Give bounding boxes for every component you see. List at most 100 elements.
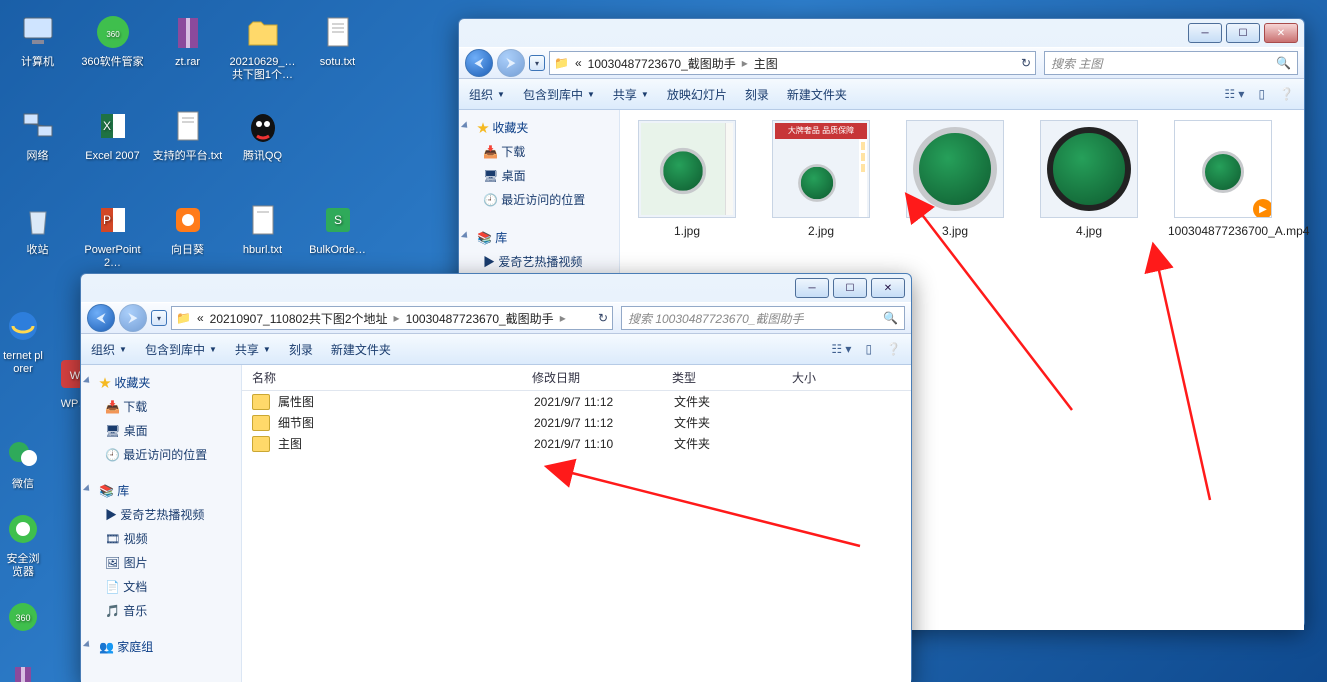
crumb-1[interactable]: 20210907_110802共下图2个地址 — [210, 310, 388, 327]
forward-button[interactable]: ⮞ — [119, 304, 147, 332]
filename: 4.jpg — [1076, 224, 1102, 238]
slideshow-button[interactable]: 放映幻灯片 — [667, 86, 727, 103]
search-input[interactable]: 搜索 主图 🔍 — [1044, 51, 1298, 75]
sidebar-video[interactable]: 🎞 视频 — [81, 527, 241, 551]
sidebar-desktop[interactable]: 🖥 桌面 — [81, 419, 241, 443]
folder-row[interactable]: 属性图 2021/9/7 11:12 文件夹 — [242, 391, 911, 412]
newfolder-button[interactable]: 新建文件夹 — [787, 86, 847, 103]
sidebar-library[interactable]: 📚 库 — [81, 479, 241, 503]
close-button[interactable]: ✕ — [871, 278, 905, 298]
sidebar-favorites[interactable]: ★ 收藏夹 — [459, 116, 619, 140]
search-placeholder: 搜索 10030487723670_截图助手 — [628, 310, 803, 327]
col-size[interactable]: 大小 — [792, 369, 872, 386]
file-1jpg[interactable]: 1.jpg — [634, 120, 740, 238]
preview-pane-icon[interactable]: ▯ — [865, 342, 872, 356]
platform-txt-icon[interactable]: 支持的平台.txt — [150, 100, 225, 194]
organize-menu[interactable]: 组织▼ — [91, 341, 127, 358]
filename: 3.jpg — [942, 224, 968, 238]
share-menu[interactable]: 共享▼ — [613, 86, 649, 103]
history-button[interactable]: ▾ — [529, 55, 545, 71]
360sw-icon[interactable]: 360360软件管家 — [75, 6, 150, 100]
file-pane[interactable]: 名称 修改日期 类型 大小 属性图 2021/9/7 11:12 文件夹 细节图… — [242, 365, 911, 682]
help-icon[interactable]: ❔ — [1279, 87, 1294, 101]
refresh-icon[interactable]: ↻ — [598, 311, 608, 325]
svg-text:360: 360 — [106, 30, 120, 39]
organize-menu[interactable]: 组织▼ — [469, 86, 505, 103]
col-type[interactable]: 类型 — [672, 369, 792, 386]
crumb-2[interactable]: 主图 — [754, 55, 778, 72]
file-4jpg[interactable]: 4.jpg — [1036, 120, 1142, 238]
360ball-icon[interactable]: 360 — [0, 591, 46, 645]
sidebar-iqiyi[interactable]: ▶ 爱奇艺热播视频 — [459, 250, 619, 274]
minimize-button[interactable]: ─ — [1188, 23, 1222, 43]
column-headers[interactable]: 名称 修改日期 类型 大小 — [242, 365, 911, 391]
col-date[interactable]: 修改日期 — [532, 369, 672, 386]
sidebar-desktop[interactable]: 🖥 桌面 — [459, 164, 619, 188]
sidebar-recent[interactable]: 🕘 最近访问的位置 — [81, 443, 241, 467]
sidebar-pictures[interactable]: 🖼 图片 — [81, 551, 241, 575]
sidebar-downloads[interactable]: 📥 下载 — [459, 140, 619, 164]
recycle-icon[interactable]: 收站 — [0, 194, 75, 288]
crumb-1[interactable]: 10030487723670_截图助手 — [588, 55, 736, 72]
sidebar-docs[interactable]: 📄 文档 — [81, 575, 241, 599]
back-button[interactable]: ⮜ — [465, 49, 493, 77]
crumb-root[interactable]: « — [197, 311, 204, 325]
back-button[interactable]: ⮜ — [87, 304, 115, 332]
toolbar: 组织▼ 包含到库中▼ 共享▼ 刻录 新建文件夹 ☷ ▾ ▯ ❔ — [81, 334, 911, 365]
preview-pane-icon[interactable]: ▯ — [1258, 87, 1265, 101]
address-bar[interactable]: 📁 « 10030487723670_截图助手 ▸ 主图 ↻ — [549, 51, 1036, 75]
refresh-icon[interactable]: ↻ — [1021, 56, 1031, 70]
filename: 1.jpg — [674, 224, 700, 238]
ie-icon[interactable]: ternet plorer — [0, 300, 46, 380]
file-video[interactable]: ▶ 100304877236700_A.mp4 — [1170, 120, 1276, 238]
sidebar-recent[interactable]: 🕘 最近访问的位置 — [459, 188, 619, 212]
sidebar-music[interactable]: 🎵 音乐 — [81, 599, 241, 623]
folder-row[interactable]: 细节图 2021/9/7 11:12 文件夹 — [242, 412, 911, 433]
address-bar[interactable]: 📁 « 20210907_110802共下图2个地址 ▸ 10030487723… — [171, 306, 613, 330]
sidebar-favorites[interactable]: ★ 收藏夹 — [81, 371, 241, 395]
file-2jpg[interactable]: 大牌奢品 品质保障 2.jpg — [768, 120, 874, 238]
burn-button[interactable]: 刻录 — [745, 86, 769, 103]
computer-icon[interactable]: 计算机 — [0, 6, 75, 100]
view-menu-icon[interactable]: ☷ ▾ — [1224, 87, 1244, 101]
maximize-button[interactable]: ☐ — [833, 278, 867, 298]
qq-icon[interactable]: 腾讯QQ — [225, 100, 300, 194]
svg-text:S: S — [333, 213, 341, 227]
file-3jpg[interactable]: 3.jpg — [902, 120, 1008, 238]
winrar-bottom-icon[interactable] — [0, 653, 46, 682]
forward-button[interactable]: ⮞ — [497, 49, 525, 77]
folder-icon — [252, 394, 270, 410]
view-menu-icon[interactable]: ☷ ▾ — [831, 342, 851, 356]
crumb-2[interactable]: 10030487723670_截图助手 — [406, 310, 554, 327]
excel-icon[interactable]: XExcel 2007 — [75, 100, 150, 194]
search-icon: 🔍 — [1276, 56, 1291, 70]
zt-rar-icon[interactable]: zt.rar — [150, 6, 225, 100]
folder-row[interactable]: 主图 2021/9/7 11:10 文件夹 — [242, 433, 911, 454]
burn-button[interactable]: 刻录 — [289, 341, 313, 358]
maximize-button[interactable]: ☐ — [1226, 23, 1260, 43]
network-icon[interactable]: 网络 — [0, 100, 75, 194]
folder-icon: 📁 — [176, 311, 191, 325]
close-button[interactable]: ✕ — [1264, 23, 1298, 43]
newfolder-button[interactable]: 新建文件夹 — [331, 341, 391, 358]
sidebar-library[interactable]: 📚 库 — [459, 226, 619, 250]
360se-icon[interactable]: 安全浏览器 — [0, 503, 46, 583]
include-lib-menu[interactable]: 包含到库中▼ — [145, 341, 217, 358]
sotu-txt-icon[interactable]: sotu.txt — [300, 6, 375, 100]
history-button[interactable]: ▾ — [151, 310, 167, 326]
sidebar-homegroup[interactable]: 👥 家庭组 — [81, 635, 241, 659]
titlebar[interactable]: ─ ☐ ✕ — [81, 274, 911, 302]
col-name[interactable]: 名称 — [252, 369, 532, 386]
search-input[interactable]: 搜索 10030487723670_截图助手 🔍 — [621, 306, 905, 330]
sidebar-downloads[interactable]: 📥 下载 — [81, 395, 241, 419]
titlebar[interactable]: ─ ☐ ✕ — [459, 19, 1304, 47]
share-menu[interactable]: 共享▼ — [235, 341, 271, 358]
help-icon[interactable]: ❔ — [886, 342, 901, 356]
folder-icon — [252, 436, 270, 452]
folder-20210629-icon[interactable]: 20210629_…共下图1个… — [225, 6, 300, 100]
crumb-root[interactable]: « — [575, 56, 582, 70]
sidebar-iqiyi[interactable]: ▶ 爱奇艺热播视频 — [81, 503, 241, 527]
include-lib-menu[interactable]: 包含到库中▼ — [523, 86, 595, 103]
wechat-icon[interactable]: 微信 — [0, 428, 46, 495]
minimize-button[interactable]: ─ — [795, 278, 829, 298]
